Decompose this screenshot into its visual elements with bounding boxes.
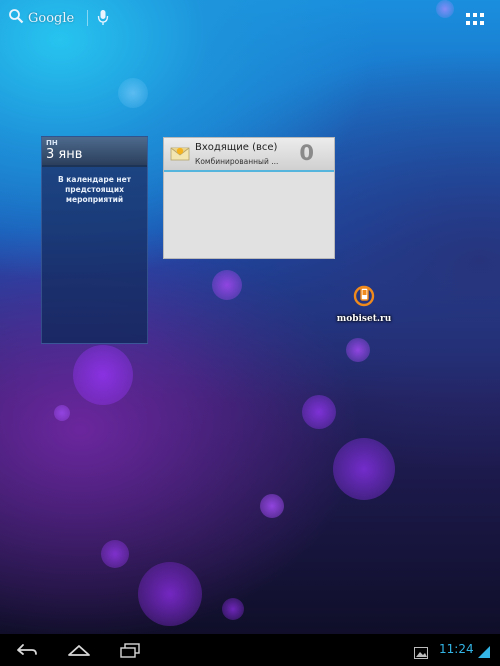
watermark-logo-icon (353, 285, 375, 312)
google-search-bar[interactable]: Google (8, 8, 74, 28)
home-icon[interactable] (66, 642, 92, 662)
email-unread-count: 0 (299, 141, 314, 165)
calendar-header[interactable]: ПН 3 янв (42, 137, 147, 167)
watermark: mobiset.ru (330, 284, 398, 324)
back-icon[interactable] (15, 642, 39, 662)
google-label: Google (28, 10, 75, 26)
email-account-label: Комбинированный ... (195, 157, 279, 166)
watermark-text: mobiset.ru (336, 314, 392, 324)
search-divider (87, 10, 88, 26)
search-icon (8, 8, 24, 28)
calendar-empty-message: В календаре нет предстоящих мероприятий (57, 175, 132, 204)
email-header[interactable]: Входящие (все) Комбинированный ... 0 (164, 138, 334, 172)
all-apps-icon[interactable] (466, 12, 484, 31)
email-envelope-icon (170, 145, 190, 165)
signal-icon (478, 643, 490, 662)
email-inbox-title: Входящие (все) (195, 142, 278, 153)
system-navigation-bar: 11:24 (0, 634, 500, 666)
recent-apps-icon[interactable] (118, 642, 142, 662)
calendar-widget[interactable]: ПН 3 янв В календаре нет предстоящих мер… (41, 136, 148, 344)
microphone-icon[interactable] (97, 9, 109, 31)
clock-time[interactable]: 11:24 (439, 642, 474, 656)
calendar-day-of-week: ПН (46, 139, 58, 147)
email-widget[interactable]: Входящие (все) Комбинированный ... 0 (163, 137, 335, 259)
calendar-date: 3 янв (46, 147, 83, 162)
gallery-notification-icon[interactable] (414, 644, 428, 663)
